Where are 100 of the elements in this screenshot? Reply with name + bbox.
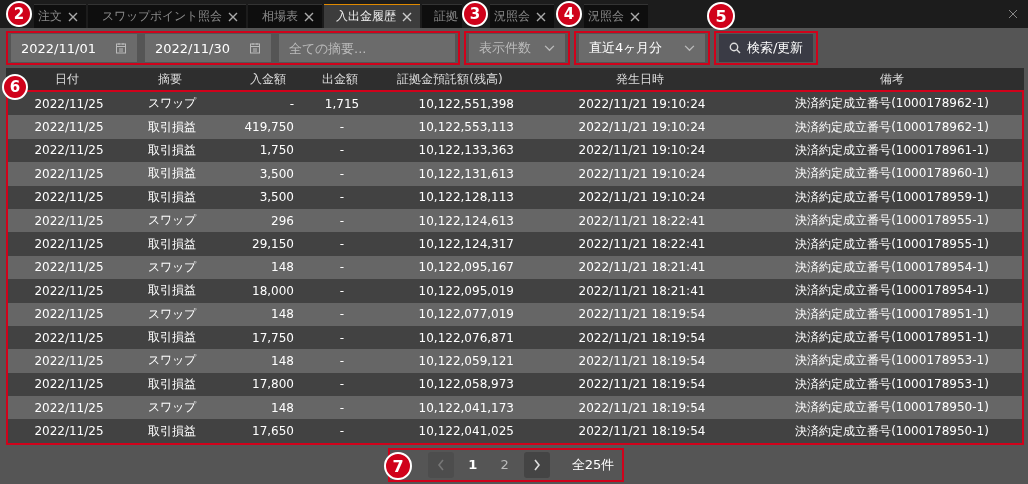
table-cell: 3,500 (259, 166, 294, 181)
close-icon[interactable] (1008, 9, 1018, 19)
table-row[interactable]: 2022/11/25 スワップ 148 - 10,122,077,019 2022/11/21 18:19:54 決済約定成立番号(1000178951-1) (8, 302, 1022, 326)
column-header[interactable]: 入金額 (250, 70, 286, 88)
table-cell: 2022/11/21 18:19:54 (578, 330, 706, 345)
table-cell: 17,800 (252, 377, 294, 392)
close-icon[interactable] (68, 11, 78, 22)
table-cell: 10,122,058,973 (418, 377, 514, 392)
table-cell: 1,715 (324, 96, 360, 111)
table-cell: - (339, 354, 345, 368)
table-row[interactable]: 2022/11/25 スワップ 148 - 10,122,059,121 2022/11/21 18:19:54 決済約定成立番号(1000178953-1) (8, 349, 1022, 373)
chevron-down-icon (544, 44, 555, 52)
table-cell: 10,122,059,121 (418, 354, 514, 368)
table-cell: 10,122,553,113 (418, 120, 514, 135)
table-cell: 10,122,124,613 (418, 213, 514, 228)
column-header[interactable]: 摘要 (158, 70, 182, 88)
table-cell: 決済約定成立番号(1000178962-1) (795, 118, 989, 136)
table-cell: - (339, 120, 345, 135)
table-cell: 2022/11/25 (34, 260, 104, 275)
table-cell: - (339, 283, 345, 298)
table-cell: 2022/11/25 (34, 354, 104, 368)
table-row[interactable]: 2022/11/25 取引損益 3,500 - 10,122,131,613 2022/11/21 19:10:24 決済約定成立番号(1000178960-1) (8, 162, 1022, 186)
table-cell: 2022/11/21 18:19:54 (578, 400, 706, 415)
tab[interactable]: 相場表 (248, 4, 322, 28)
next-page-button[interactable] (523, 451, 550, 478)
table-cell: 決済約定成立番号(1000178951-1) (795, 329, 989, 347)
column-header[interactable]: 日付 (55, 70, 79, 88)
table-cell: 2022/11/21 19:10:24 (578, 166, 706, 181)
close-icon[interactable] (304, 11, 314, 22)
period-dropdown[interactable]: 直近4ヶ月分 (579, 34, 705, 62)
table-cell: 取引損益 (148, 165, 196, 183)
search-button[interactable]: 検索/更新 (719, 34, 814, 62)
table-row[interactable]: 2022/11/25 取引損益 419,750 - 10,122,553,113 2022/11/21 19:10:24 決済約定成立番号(1000178962-1) (8, 115, 1022, 139)
chevron-right-icon (532, 458, 541, 471)
table-cell: 2022/11/21 18:19:54 (578, 377, 706, 392)
close-icon[interactable] (402, 11, 412, 22)
close-icon[interactable] (630, 11, 640, 22)
table-row[interactable]: 2022/11/25 スワップ 148 - 10,122,095,167 2022/11/21 18:21:41 決済約定成立番号(1000178954-1) (8, 255, 1022, 280)
table-row[interactable]: 2022/11/25 取引損益 17,650 - 10,122,041,025 2022/11/21 18:19:54 決済約定成立番号(1000178950-1) (8, 419, 1022, 443)
table-cell: 10,122,041,025 (418, 424, 514, 439)
table-row[interactable]: 2022/11/25 スワップ - 1,715 10,122,551,398 2022/11/21 19:10:24 決済約定成立番号(1000178962-1) (8, 92, 1022, 116)
table-row[interactable]: 2022/11/25 取引損益 18,000 - 10,122,095,019 2022/11/21 18:21:41 決済約定成立番号(1000178954-1) (8, 279, 1022, 303)
table-cell: スワップ (148, 352, 196, 370)
table-row[interactable]: 2022/11/25 スワップ 296 - 10,122,124,613 2022/11/21 18:22:41 決済約定成立番号(1000178955-1) (8, 208, 1022, 233)
table-cell: 10,122,041,173 (418, 400, 514, 415)
column-header[interactable]: 証拠金預託額(残高) (397, 70, 503, 88)
table-row[interactable]: 2022/11/25 取引損益 17,750 - 10,122,076,871 2022/11/21 18:19:54 決済約定成立番号(1000178951-1) (8, 325, 1022, 350)
table-cell: - (339, 307, 345, 322)
table-cell: 決済約定成立番号(1000178953-1) (795, 375, 989, 393)
callout-badge: 4 (556, 1, 582, 27)
tab[interactable]: 証拠 (422, 4, 462, 28)
tab[interactable]: 入出金履歴 (324, 4, 420, 28)
date-field[interactable]: 2022/11/30 (145, 34, 271, 62)
callout-badge: 6 (2, 74, 28, 100)
table-cell: スワップ (148, 95, 196, 113)
table-cell: 2022/11/21 18:19:54 (578, 354, 706, 368)
column-header[interactable]: 出金額 (322, 70, 358, 88)
table-row[interactable]: 2022/11/25 取引損益 1,750 - 10,122,133,363 2022/11/21 19:10:24 決済約定成立番号(1000178961-1) (8, 138, 1022, 163)
table-cell: 10,122,124,317 (418, 237, 514, 252)
table-cell: 2022/11/25 (34, 424, 104, 439)
table-cell: 決済約定成立番号(1000178950-1) (795, 399, 989, 417)
table-cell: 取引損益 (148, 188, 196, 206)
table-cell: 取引損益 (148, 375, 196, 393)
table-cell: 10,122,133,363 (418, 143, 514, 158)
column-header[interactable]: 備考 (880, 70, 904, 88)
table-cell: 決済約定成立番号(1000178962-1) (795, 95, 989, 113)
table-cell: 2022/11/25 (34, 377, 104, 392)
table-cell: - (339, 400, 345, 415)
table-row[interactable]: 2022/11/25 取引損益 17,800 - 10,122,058,973 2022/11/21 18:19:54 決済約定成立番号(1000178953-1) (8, 372, 1022, 397)
table-cell: 2022/11/25 (34, 213, 104, 228)
table-cell: - (339, 143, 345, 158)
table-cell: 取引損益 (148, 118, 196, 136)
close-icon[interactable] (228, 11, 238, 22)
tab[interactable]: 況照会 (584, 4, 648, 28)
table-cell: 148 (271, 400, 294, 415)
table-cell: 決済約定成立番号(1000178950-1) (795, 422, 989, 440)
tab[interactable]: スワップポイント照会 (88, 4, 246, 28)
column-header[interactable]: 発生日時 (616, 70, 664, 88)
table-cell: 2022/11/21 19:10:24 (578, 143, 706, 158)
calendar-icon[interactable] (115, 42, 127, 54)
table-cell: 10,122,128,113 (418, 190, 514, 205)
table-cell: 取引損益 (148, 329, 196, 347)
tab[interactable]: 況照会 (490, 4, 554, 28)
table-cell: 10,122,551,398 (418, 96, 514, 111)
calendar-icon[interactable] (249, 42, 261, 54)
table-cell: 決済約定成立番号(1000178961-1) (795, 141, 989, 159)
date-field[interactable]: 2022/11/01 (11, 34, 137, 62)
table-row[interactable]: 2022/11/25 スワップ 148 - 10,122,041,173 2022/11/21 18:19:54 決済約定成立番号(1000178950-1) (8, 396, 1022, 420)
close-icon[interactable] (536, 11, 546, 22)
table-cell: 2022/11/25 (34, 190, 104, 205)
total-count: 全25件 (571, 455, 615, 474)
table-cell: 29,150 (252, 237, 294, 252)
summary-field[interactable]: 全ての摘要... (279, 34, 455, 62)
page-button[interactable]: 1 (459, 456, 486, 474)
table-cell: 2022/11/21 19:10:24 (578, 190, 706, 205)
page-button[interactable]: 2 (491, 456, 518, 474)
table-row[interactable]: 2022/11/25 取引損益 3,500 - 10,122,128,113 2022/11/21 19:10:24 決済約定成立番号(1000178959-1) (8, 185, 1022, 209)
tab[interactable]: 注文 (34, 4, 86, 28)
table-cell: 17,750 (252, 330, 294, 345)
table-row[interactable]: 2022/11/25 取引損益 29,150 - 10,122,124,317 2022/11/21 18:22:41 決済約定成立番号(1000178955-1) (8, 232, 1022, 256)
